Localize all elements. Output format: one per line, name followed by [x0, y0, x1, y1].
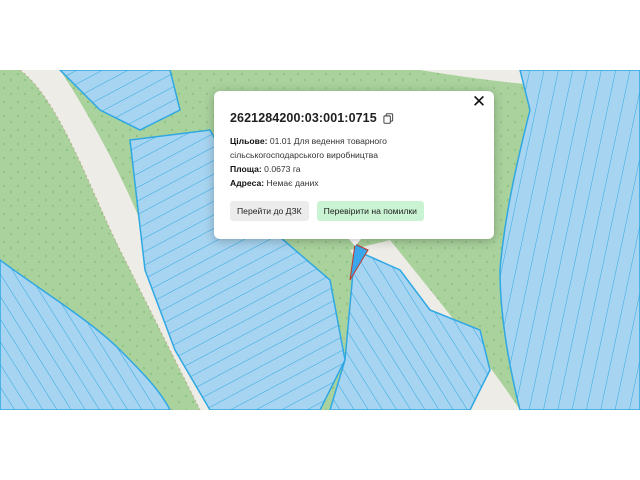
address-value: Немає даних [266, 178, 319, 188]
parcel-info-popup: ✕ 2621284200:03:001:0715 Цільове: 01.01 … [214, 91, 494, 239]
top-blank-area [0, 0, 640, 70]
bottom-blank-area [0, 410, 640, 480]
goto-dzk-button[interactable]: Перейти до ДЗК [230, 201, 309, 221]
copy-icon[interactable] [383, 112, 394, 124]
purpose-row: Цільове: 01.01 Для ведення товарного сіл… [230, 134, 478, 162]
parcel-details: Цільове: 01.01 Для ведення товарного сіл… [230, 134, 478, 190]
parcel-number: 2621284200:03:001:0715 [230, 111, 377, 125]
popup-actions: Перейти до ДЗК Перевірити на помилки [230, 201, 424, 221]
popup-pointer [348, 238, 362, 246]
check-errors-button[interactable]: Перевірити на помилки [316, 201, 424, 221]
area-value: 0.0673 га [264, 164, 301, 174]
area-label: Площа: [230, 164, 262, 174]
purpose-label: Цільове: [230, 136, 268, 146]
area-row: Площа: 0.0673 га [230, 162, 478, 176]
address-row: Адреса: Немає даних [230, 176, 478, 190]
close-icon[interactable]: ✕ [471, 93, 487, 110]
address-label: Адреса: [230, 178, 265, 188]
parcel-header: 2621284200:03:001:0715 [230, 111, 478, 125]
